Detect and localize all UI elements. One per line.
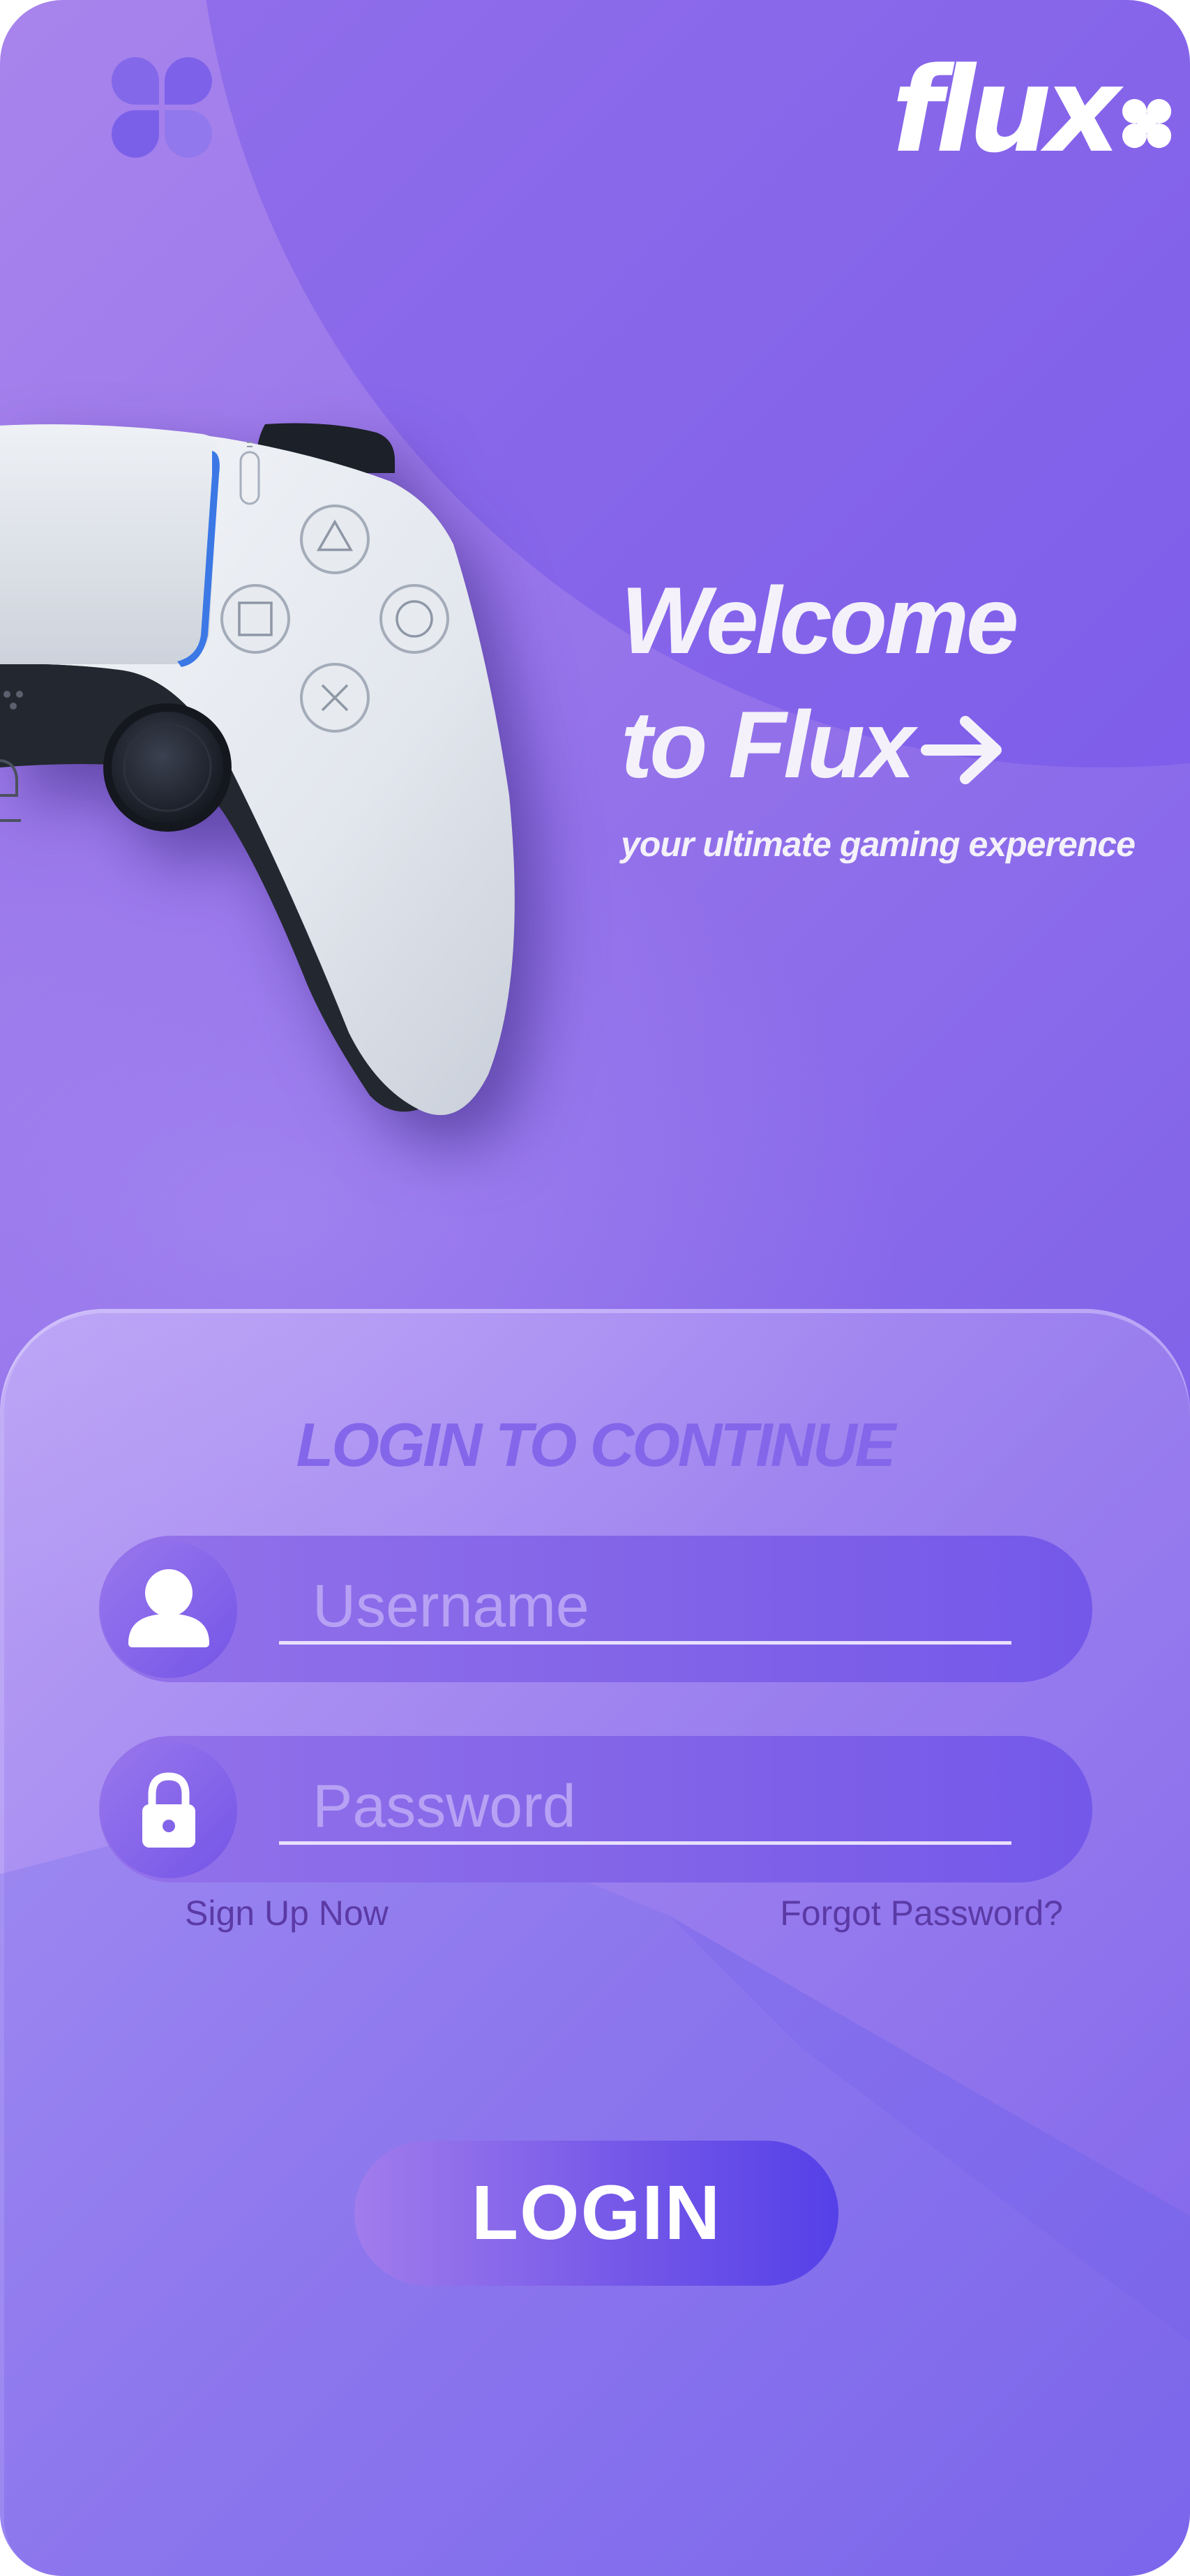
user-icon [100, 1541, 237, 1678]
login-button[interactable]: LOGIN [354, 2141, 838, 2286]
welcome-title-line: Welcome [621, 567, 1019, 673]
brand-name: flux [891, 42, 1121, 179]
welcome-title-line: to Flux [621, 691, 915, 797]
username-field [99, 1536, 1092, 1682]
clover-petal [165, 110, 212, 158]
welcome-subtitle: your ultimate gaming experence [621, 825, 1136, 864]
welcome-title: Welcome to Flux [621, 558, 1151, 807]
login-card: LOGIN TO CONTINUE Sign Up Now Forgot [0, 1309, 1190, 2576]
login-heading: LOGIN TO CONTINUE [296, 1410, 896, 1479]
clover-petal [165, 57, 212, 105]
password-field [99, 1736, 1092, 1882]
arrow-right-icon[interactable] [919, 712, 1010, 788]
password-input[interactable] [279, 1772, 1011, 1845]
lock-icon [100, 1742, 237, 1878]
app-screen: flux Welcome to Flux your ultimate gamin… [0, 0, 1190, 2576]
username-input[interactable] [279, 1572, 1011, 1645]
clover-petal [112, 110, 159, 158]
game-controller-image [0, 423, 515, 1116]
clover-icon [112, 57, 216, 162]
sign-up-link[interactable]: Sign Up Now [185, 1892, 389, 1934]
brand-logo: flux [891, 42, 1174, 179]
brand-x-icon [1122, 98, 1171, 149]
card-facet-decoration [0, 1783, 1190, 2576]
clover-petal [112, 57, 159, 105]
forgot-password-link[interactable]: Forgot Password? [780, 1892, 1063, 1934]
